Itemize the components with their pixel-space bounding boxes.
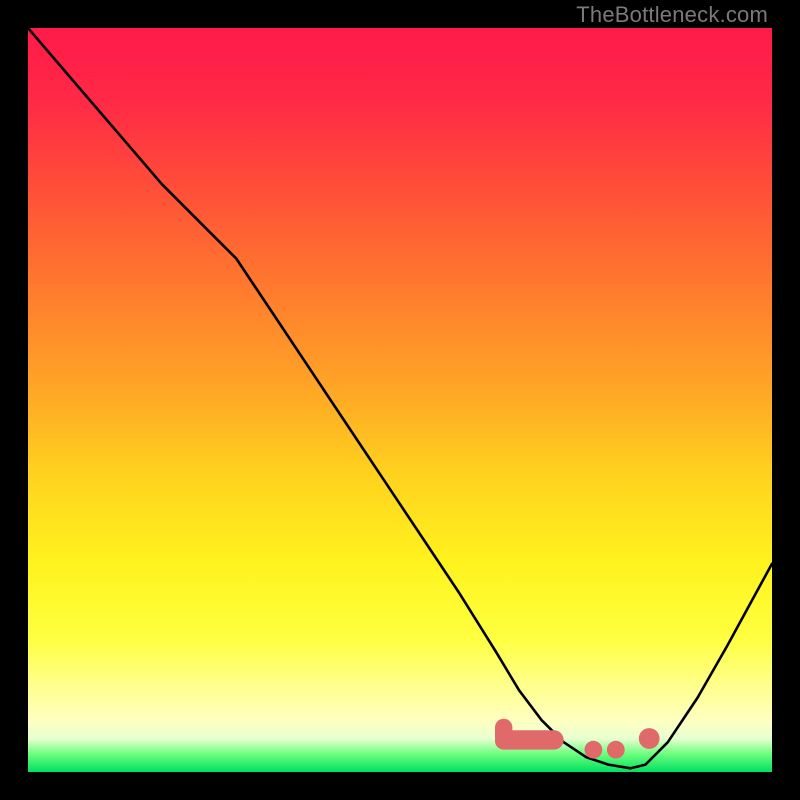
highlight-segment-nub — [495, 719, 512, 750]
watermark-text: TheBottleneck.com — [576, 2, 768, 28]
gradient-background — [28, 28, 772, 772]
highlight-dot-1 — [585, 741, 603, 759]
bottleneck-chart — [28, 28, 772, 772]
highlight-dot-2 — [607, 741, 625, 759]
chart-frame — [28, 28, 772, 772]
highlight-dot-3 — [639, 728, 660, 749]
